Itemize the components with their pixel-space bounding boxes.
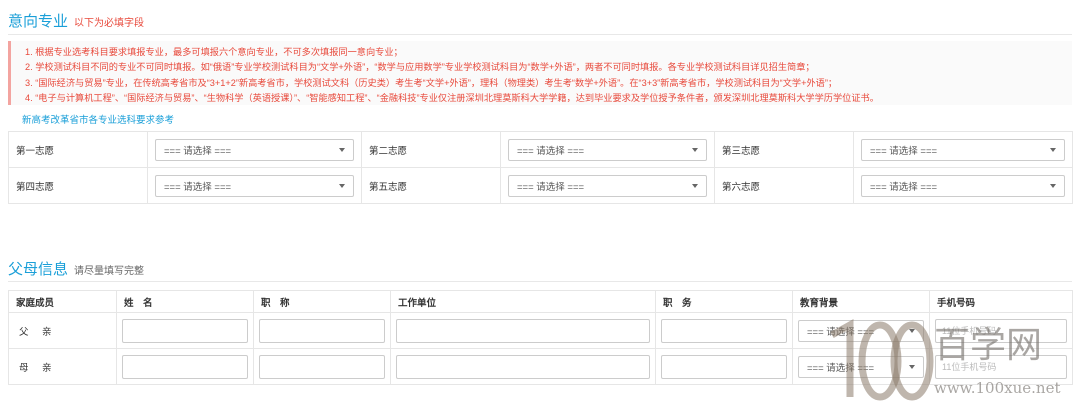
- caret-down-icon: [1050, 183, 1056, 188]
- notice-line: 4. “电子与计算机工程”、“国际经济与贸易”、“生物科学（英语授课）”、“智能…: [25, 92, 879, 103]
- mother-name-input[interactable]: [122, 354, 248, 379]
- volunteer-label: 第四志愿: [8, 167, 148, 204]
- column-header: 工作单位: [390, 290, 656, 313]
- volunteer-label: 第五志愿: [361, 167, 501, 204]
- caret-down-icon: [909, 328, 915, 333]
- caret-down-icon: [692, 183, 698, 188]
- volunteer-6-select[interactable]: === 请选择 ===: [861, 174, 1065, 197]
- notice-box: 1. 根据专业选考科目要求填报专业，最多可填报六个意向专业，不可多次填报同一意向…: [8, 41, 1072, 105]
- table-row: 父 亲 === 请选择 === 11位手机号码: [8, 312, 1073, 349]
- column-header: 姓 名: [116, 290, 254, 313]
- parents-subtitle: 请尽量填写完整: [74, 266, 145, 277]
- notice-line: 1. 根据专业选考科目要求填报专业，最多可填报六个意向专业，不可多次填报同一意向…: [25, 47, 403, 57]
- mother-phone-input[interactable]: 11位手机号码: [935, 354, 1067, 379]
- subject-requirement-link[interactable]: 新高考改革省市各专业选科要求参考: [22, 112, 174, 126]
- divider: [8, 34, 1072, 35]
- mother-title-input[interactable]: [259, 354, 385, 379]
- intent-subtitle: 以下为必填字段: [74, 18, 145, 29]
- column-header: 手机号码: [929, 290, 1073, 313]
- column-header: 职 务: [655, 290, 793, 313]
- caret-down-icon: [1050, 147, 1056, 152]
- volunteer-label: 第三志愿: [714, 131, 854, 168]
- father-employer-input[interactable]: [396, 318, 650, 343]
- table-row: 母 亲 === 请选择 === 11位手机号码: [8, 348, 1073, 385]
- volunteer-4-select[interactable]: === 请选择 ===: [155, 174, 354, 197]
- caret-down-icon: [909, 364, 915, 369]
- volunteer-label: 第六志愿: [714, 167, 854, 204]
- notice-line: 2. 学校测试科目不同的专业不可同时填报。如“俄语”专业学校测试科目为“文学+外…: [25, 62, 815, 73]
- mother-education-select[interactable]: === 请选择 ===: [798, 355, 924, 378]
- volunteer-label: 第二志愿: [361, 131, 501, 168]
- notice-line: 3. “国际经济与贸易”专业，在传统高考省市及“3+1+2”新高考省市，学校测试…: [25, 77, 838, 88]
- parents-title: 父母信息: [8, 261, 69, 278]
- volunteer-5-select[interactable]: === 请选择 ===: [508, 174, 707, 197]
- volunteer-row: 第一志愿 === 请选择 === 第二志愿 === 请选择 === 第三志愿 =…: [8, 131, 1073, 168]
- father-title-input[interactable]: [259, 318, 385, 343]
- volunteer-table: 第一志愿 === 请选择 === 第二志愿 === 请选择 === 第三志愿 =…: [8, 131, 1073, 204]
- father-name-input[interactable]: [122, 318, 248, 343]
- father-education-select[interactable]: === 请选择 ===: [798, 319, 924, 342]
- column-header: 教育背景: [792, 290, 930, 313]
- table-header-row: 家庭成员 姓 名 职 称 工作单位 职 务 教育背景 手机号码: [8, 290, 1073, 313]
- family-member-label: 母 亲: [8, 348, 117, 385]
- father-phone-input[interactable]: 11位手机号码: [935, 318, 1067, 343]
- mother-position-input[interactable]: [661, 354, 787, 379]
- family-member-label: 父 亲: [8, 312, 117, 349]
- volunteer-1-select[interactable]: === 请选择 ===: [155, 138, 354, 161]
- intent-title: 意向专业: [8, 13, 69, 30]
- parents-section-title: 父母信息 请尽量填写完整: [8, 258, 144, 279]
- parents-table: 家庭成员 姓 名 职 称 工作单位 职 务 教育背景 手机号码 父 亲 === …: [8, 290, 1073, 385]
- caret-down-icon: [339, 183, 345, 188]
- father-position-input[interactable]: [661, 318, 787, 343]
- caret-down-icon: [339, 147, 345, 152]
- volunteer-3-select[interactable]: === 请选择 ===: [861, 138, 1065, 161]
- intent-section-title: 意向专业 以下为必填字段: [8, 10, 144, 31]
- volunteer-2-select[interactable]: === 请选择 ===: [508, 138, 707, 161]
- mother-employer-input[interactable]: [396, 354, 650, 379]
- divider: [8, 281, 1072, 282]
- volunteer-row: 第四志愿 === 请选择 === 第五志愿 === 请选择 === 第六志愿 =…: [8, 167, 1073, 204]
- column-header: 家庭成员: [8, 290, 117, 313]
- caret-down-icon: [692, 147, 698, 152]
- volunteer-label: 第一志愿: [8, 131, 148, 168]
- column-header: 职 称: [253, 290, 391, 313]
